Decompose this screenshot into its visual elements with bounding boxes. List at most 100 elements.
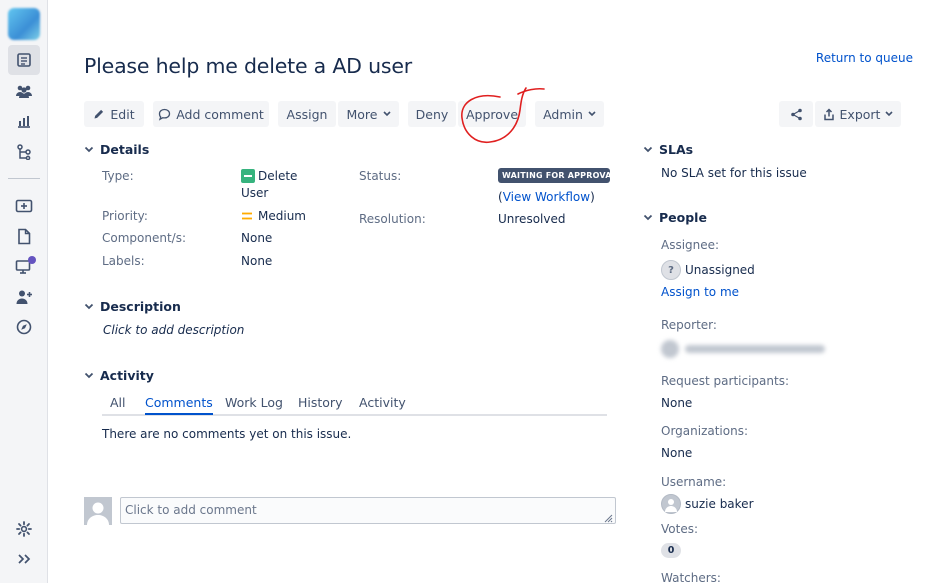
chevron-down-icon [588,111,596,117]
votes-label: Votes: [661,522,699,536]
chevron-down-icon [84,303,94,310]
votes-count-badge[interactable]: 0 [661,543,681,558]
assignee-label: Assignee: [661,238,720,252]
description-section-header[interactable]: Description [84,299,181,314]
comment-bubble-icon [159,108,171,121]
return-to-queue-link[interactable]: Return to queue [816,51,913,65]
issues-tree-icon[interactable] [8,137,40,167]
share-icon [790,108,802,120]
no-comments-text: There are no comments yet on this issue. [102,427,352,441]
user-avatar [661,494,681,514]
more-label: More [346,106,378,122]
left-nav-rail [0,0,48,583]
status-badge: WAITING FOR APPROVAL [498,168,610,183]
activity-section-header[interactable]: Activity [84,368,154,383]
customers-icon[interactable] [8,76,40,106]
more-button[interactable]: More [338,101,399,127]
people-section-header[interactable]: People [643,210,707,225]
request-participants-value: None [661,396,693,410]
details-section-header[interactable]: Details [84,142,149,157]
resolution-value: Unresolved [498,212,566,226]
request-participants-label: Request participants: [661,374,790,388]
page-title: Please help me delete a AD user [84,54,412,78]
chevron-down-icon [643,214,653,221]
paren-close: ) [590,190,595,204]
components-label: Component/s: [102,231,187,245]
assign-to-me-link[interactable]: Assign to me [661,285,739,299]
export-button[interactable]: Export [815,101,901,127]
chevron-down-icon [84,372,94,379]
pages-icon[interactable] [8,221,40,251]
priority-medium-icon [242,212,252,220]
notification-dot [28,256,36,264]
type-label: Type: [102,169,134,183]
add-comment-input[interactable] [120,497,616,524]
add-comment-label: Add comment [176,106,264,122]
delete-user-type-icon [241,169,255,183]
organizations-label: Organizations: [661,424,749,438]
assign-label: Assign [286,106,328,122]
view-workflow-link[interactable]: View Workflow [503,190,590,204]
invite-team-icon[interactable] [8,282,40,312]
components-value[interactable]: None [241,231,272,245]
current-user-avatar [84,497,112,525]
pencil-icon [94,109,104,119]
approve-label: Approve [465,106,519,122]
username-label: Username: [661,475,727,489]
approve-button[interactable]: Approve [458,101,526,127]
add-item-icon[interactable] [8,191,40,221]
tab-work-log[interactable]: Work Log [225,395,283,410]
export-label: Export [839,106,881,122]
type-value-line2: User [241,186,269,200]
view-workflow-wrapper: (View Workflow) [498,190,595,204]
chevron-down-icon [643,146,653,153]
chevron-down-icon [885,111,894,117]
resize-handle-icon[interactable] [603,513,613,523]
compass-icon[interactable] [8,312,40,342]
details-title: Details [100,142,150,157]
tab-all[interactable]: All [110,395,126,410]
resolution-label: Resolution: [359,212,426,226]
priority-label: Priority: [102,209,148,223]
assign-button[interactable]: Assign [278,101,336,127]
reports-icon[interactable] [8,106,40,136]
priority-value: Medium [258,209,306,223]
tab-activity[interactable]: Activity [359,395,406,410]
slas-title: SLAs [659,142,694,157]
project-avatar-icon[interactable] [8,8,40,40]
username-value[interactable]: suzie baker [685,497,754,511]
queues-icon[interactable] [8,45,40,75]
activity-title: Activity [100,368,154,383]
tab-comments[interactable]: Comments [145,395,213,415]
activity-tabs: All Comments Work Log History Activity [102,395,607,416]
assignee-value: Unassigned [685,263,755,277]
no-sla-text: No SLA set for this issue [661,166,807,180]
channels-icon[interactable] [8,252,40,282]
type-value-line1: Delete [258,169,298,183]
expand-sidebar-icon[interactable] [8,544,40,574]
slas-section-header[interactable]: SLAs [643,142,693,157]
reporter-value-redacted[interactable] [661,339,831,359]
deny-button[interactable]: Deny [408,101,456,127]
add-comment-button[interactable]: Add comment [153,101,269,127]
rail-divider [8,178,40,179]
edit-label: Edit [110,106,135,122]
admin-label: Admin [543,106,583,122]
status-label: Status: [359,169,402,183]
description-title: Description [100,299,181,314]
share-button[interactable] [779,101,813,127]
chevron-down-icon [84,146,94,153]
reporter-label: Reporter: [661,318,717,332]
edit-button[interactable]: Edit [84,101,144,127]
tab-history[interactable]: History [298,395,342,410]
unassigned-avatar-icon: ? [661,260,681,280]
organizations-value: None [661,446,693,460]
people-title: People [659,210,707,225]
description-placeholder[interactable]: Click to add description [103,323,244,337]
chevron-down-icon [382,111,391,117]
settings-gear-icon[interactable] [8,514,40,544]
labels-label: Labels: [102,254,145,268]
admin-button[interactable]: Admin [535,101,604,127]
export-upload-icon [823,107,834,120]
labels-value[interactable]: None [241,254,272,268]
